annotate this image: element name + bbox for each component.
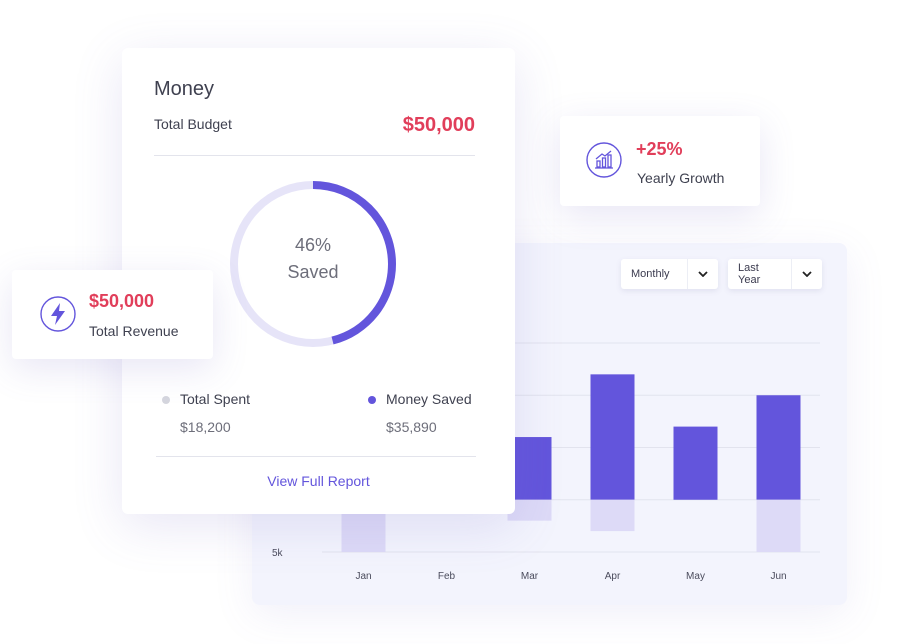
bar <box>673 426 718 500</box>
bar <box>590 374 635 500</box>
donut-label: Saved <box>287 262 339 282</box>
x-tick-label: Mar <box>521 571 539 582</box>
bar-chart-growth-icon <box>586 142 622 178</box>
lightning-bolt-icon <box>40 296 76 332</box>
divider <box>156 456 476 457</box>
view-full-report-link[interactable]: View Full Report <box>122 473 515 489</box>
x-tick-label: Apr <box>605 571 621 582</box>
chevron-down-icon[interactable] <box>791 259 822 289</box>
period-dropdown[interactable]: Monthly <box>621 259 718 289</box>
total-revenue-label: Total Revenue <box>89 323 179 339</box>
x-tick-label: Feb <box>438 571 456 582</box>
money-card-title: Money <box>154 78 215 100</box>
x-tick-label: Jan <box>355 571 371 582</box>
bar <box>756 395 801 500</box>
yearly-growth-value: +25% <box>636 139 683 159</box>
total-spent-dot <box>162 396 170 404</box>
yearly-growth-card: +25% Yearly Growth <box>560 116 760 206</box>
range-dropdown-label: Last Year <box>738 262 761 286</box>
bar <box>590 499 635 532</box>
divider <box>154 155 475 156</box>
total-spent-value: $18,200 <box>180 419 231 435</box>
total-spent-label: Total Spent <box>180 391 251 407</box>
bar <box>756 499 801 552</box>
yearly-growth-label: Yearly Growth <box>637 170 725 186</box>
total-revenue-value: $50,000 <box>89 291 155 311</box>
total-budget-label: Total Budget <box>154 116 232 132</box>
range-dropdown[interactable]: Last Year <box>728 259 822 289</box>
x-tick-label: May <box>686 571 705 582</box>
y-tick-label: 5k <box>272 548 284 559</box>
period-dropdown-label: Monthly <box>631 268 670 280</box>
money-saved-value: $35,890 <box>386 419 437 435</box>
chevron-down-icon[interactable] <box>687 259 718 289</box>
money-saved-dot <box>368 396 376 404</box>
money-saved-label: Money Saved <box>386 391 472 407</box>
x-tick-label: Jun <box>770 571 786 582</box>
total-revenue-card: $50,000 Total Revenue <box>12 270 213 359</box>
total-budget-value: $50,000 <box>402 114 475 136</box>
donut-percent: 46% <box>294 235 332 255</box>
